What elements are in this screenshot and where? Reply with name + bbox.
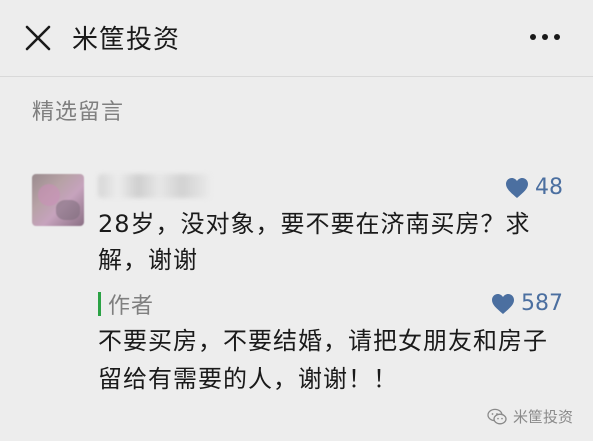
heart-icon xyxy=(506,177,528,198)
more-button[interactable] xyxy=(527,25,563,49)
top-bar: 米筐投资 xyxy=(0,0,593,76)
close-icon xyxy=(25,25,51,51)
page-title: 米筐投资 xyxy=(72,25,181,55)
reply-like-button[interactable]: 587 xyxy=(491,291,563,316)
watermark: 米筐投资 xyxy=(487,406,573,427)
author-label: 作者 xyxy=(108,294,155,319)
heart-icon xyxy=(492,293,514,314)
wechat-icon xyxy=(487,408,507,424)
section-title: 精选留言 xyxy=(32,100,125,125)
close-button[interactable] xyxy=(22,22,54,54)
commenter-name xyxy=(98,174,210,198)
author-reply-marker xyxy=(98,292,101,316)
header-divider xyxy=(0,76,593,77)
reply-like-count: 587 xyxy=(521,291,563,316)
comment-text: 28岁，没对象，要不要在济南买房？求解，谢谢 xyxy=(98,210,531,274)
more-icon xyxy=(530,34,560,40)
watermark-text: 米筐投资 xyxy=(512,408,573,426)
reply-text: 不要买房，不要结婚，请把女朋友和房子留给有需要的人，谢谢！！ xyxy=(98,327,548,393)
article-comments-screen: 米筐投资 精选留言 48 28岁，没对象，要不要在济南买房？求解，谢谢 作者 5… xyxy=(0,0,593,441)
comment-like-count: 48 xyxy=(535,175,563,200)
comment-like-button[interactable]: 48 xyxy=(505,175,563,200)
avatar[interactable] xyxy=(32,174,84,226)
